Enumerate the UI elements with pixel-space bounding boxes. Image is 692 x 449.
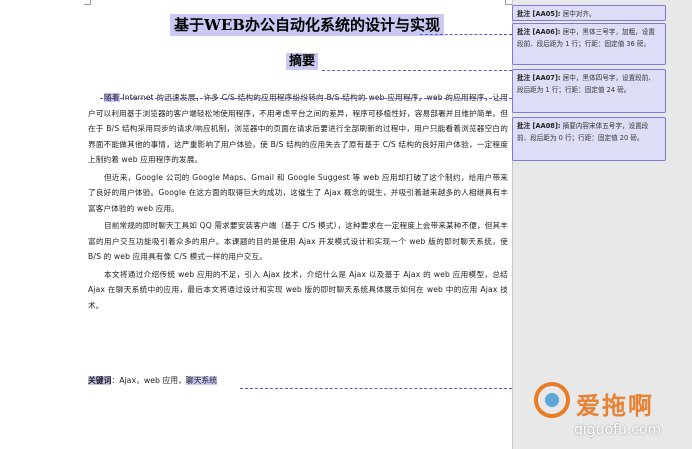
comment-connector-2 — [322, 70, 512, 71]
watermark-logo-icon — [534, 382, 570, 418]
abstract-body[interactable]: 随着 Internet 的迅速发展，许多 C/S 结构的应用程序纷纷转向 B/S… — [88, 90, 508, 313]
comment-4-label: 批注 [AA08]: — [517, 122, 561, 130]
abstract-paragraph-1: 随着 Internet 的迅速发展，许多 C/S 结构的应用程序纷纷转向 B/S… — [88, 90, 508, 168]
comment-connector-1 — [420, 34, 512, 35]
comment-bubble-1[interactable]: 批注 [AA05]: 居中对齐。 — [512, 5, 666, 21]
document-title[interactable]: 基于WEB办公自动化系统的设计与实现 — [170, 13, 444, 37]
abstract-heading[interactable]: 摘要 — [282, 52, 322, 72]
abstract-heading-text: 摘要 — [285, 53, 318, 70]
comment-connector-4 — [240, 388, 512, 389]
watermark-text: 爱拖啊 — [576, 392, 654, 420]
abstract-paragraph-2: 但近来，Google 公司的 Google Maps、Gmail 和 Googl… — [88, 172, 508, 213]
crop-mark-top-left — [84, 0, 91, 5]
document-page[interactable]: 基于WEB办公自动化系统的设计与实现 摘要 随着 Internet 的迅速发展，… — [0, 0, 512, 449]
keywords-last: 聊天系统 — [185, 376, 218, 385]
comment-bubble-3[interactable]: 批注 [AA07]: 居中，黑体四号字，设置段前、段后距为 1 行；行距：固定值… — [512, 69, 666, 113]
comment-bubble-4[interactable]: 批注 [AA08]: 摘要内容宋体五号字，设置段前、段后距为 0 行；行距：固定… — [512, 117, 666, 161]
comment-3-label: 批注 [AA07]: — [517, 74, 561, 82]
watermark-url: qiguofu.com — [574, 422, 662, 438]
document-title-text: 基于WEB办公自动化系统的设计与实现 — [170, 14, 444, 36]
site-watermark: 爱拖啊 qiguofu.com — [528, 370, 688, 449]
abstract-paragraph-4: 本文将通过介绍传统 web 应用的不足，引入 Ajax 技术，介绍什么是 Aja… — [88, 269, 508, 310]
abstract-paragraph-3: 目前常规的即时聊天工具如 QQ 需求要安装客户端（基于 C/S 模式），这种要求… — [88, 221, 508, 261]
paragraph-1-text: Internet 的迅速发展，许多 C/S 结构的应用程序纷纷转向 B/S 结构… — [88, 93, 508, 164]
comment-2-label: 批注 [AA06]: — [517, 28, 561, 36]
comment-1-text: 居中对齐。 — [562, 10, 596, 18]
keywords-line[interactable]: 关键词：Ajax，web 应用，聊天系统 — [88, 374, 508, 388]
comment-connector-3 — [100, 98, 512, 99]
keywords-label: 关键词 — [88, 376, 112, 385]
comment-1-label: 批注 [AA05]: — [517, 10, 561, 18]
comment-bubble-2[interactable]: 批注 [AA06]: 居中，黑体三号字，加粗，设置段前、段后距为 1 行；行距：… — [512, 23, 666, 65]
keywords-values: Ajax，web 应用， — [119, 376, 186, 385]
crop-mark-top-right — [505, 0, 512, 5]
